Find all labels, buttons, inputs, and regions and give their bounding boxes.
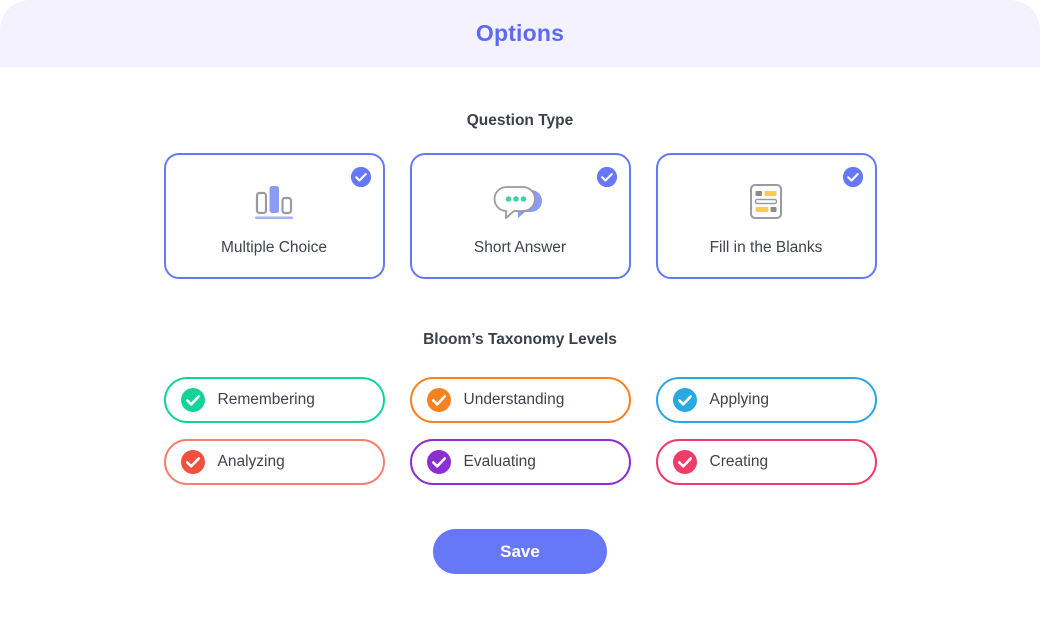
save-button[interactable]: Save xyxy=(433,529,607,574)
bloom-level-creating[interactable]: Creating xyxy=(656,439,877,485)
question-type-card-list: Multiple Choice xyxy=(0,153,1040,279)
bloom-level-label: Understanding xyxy=(464,391,565,409)
question-type-card-multiple-choice[interactable]: Multiple Choice xyxy=(164,153,385,279)
options-dialog: Options Question Type xyxy=(0,0,1040,630)
question-type-section-title: Question Type xyxy=(0,112,1040,130)
question-type-card-fill-in-the-blanks[interactable]: Fill in the Blanks xyxy=(656,153,877,279)
check-badge-icon[interactable] xyxy=(842,166,864,188)
chat-bubble-icon xyxy=(490,179,550,225)
bloom-level-row: Analyzing Evaluating xyxy=(164,439,877,485)
dialog-body: Question Type xyxy=(0,112,1040,574)
bloom-level-label: Applying xyxy=(710,391,769,409)
bloom-level-analyzing[interactable]: Analyzing xyxy=(164,439,385,485)
bloom-level-evaluating[interactable]: Evaluating xyxy=(410,439,631,485)
bloom-section-title: Bloom’s Taxonomy Levels xyxy=(0,331,1040,349)
bloom-level-applying[interactable]: Applying xyxy=(656,377,877,423)
question-type-card-short-answer[interactable]: Short Answer xyxy=(410,153,631,279)
bloom-level-understanding[interactable]: Understanding xyxy=(410,377,631,423)
footer-actions: Save xyxy=(0,529,1040,574)
question-type-card-label: Multiple Choice xyxy=(221,239,327,257)
dialog-header: Options xyxy=(0,0,1040,67)
page-title: Options xyxy=(476,20,564,47)
check-circle-icon[interactable] xyxy=(180,387,206,413)
question-type-card-label: Fill in the Blanks xyxy=(710,239,823,257)
bloom-level-row: Remembering Understanding xyxy=(164,377,877,423)
bloom-level-label: Creating xyxy=(710,453,769,471)
check-circle-icon[interactable] xyxy=(426,387,452,413)
check-badge-icon[interactable] xyxy=(350,166,372,188)
bloom-level-label: Analyzing xyxy=(218,453,285,471)
form-document-icon xyxy=(744,179,788,225)
bloom-level-label: Remembering xyxy=(218,391,315,409)
bloom-level-remembering[interactable]: Remembering xyxy=(164,377,385,423)
check-circle-icon[interactable] xyxy=(672,449,698,475)
bar-chart-icon xyxy=(246,179,302,225)
check-circle-icon[interactable] xyxy=(672,387,698,413)
check-circle-icon[interactable] xyxy=(426,449,452,475)
question-type-card-label: Short Answer xyxy=(474,239,566,257)
check-badge-icon[interactable] xyxy=(596,166,618,188)
bloom-level-label: Evaluating xyxy=(464,453,536,471)
bloom-level-list: Remembering Understanding xyxy=(0,377,1040,485)
check-circle-icon[interactable] xyxy=(180,449,206,475)
